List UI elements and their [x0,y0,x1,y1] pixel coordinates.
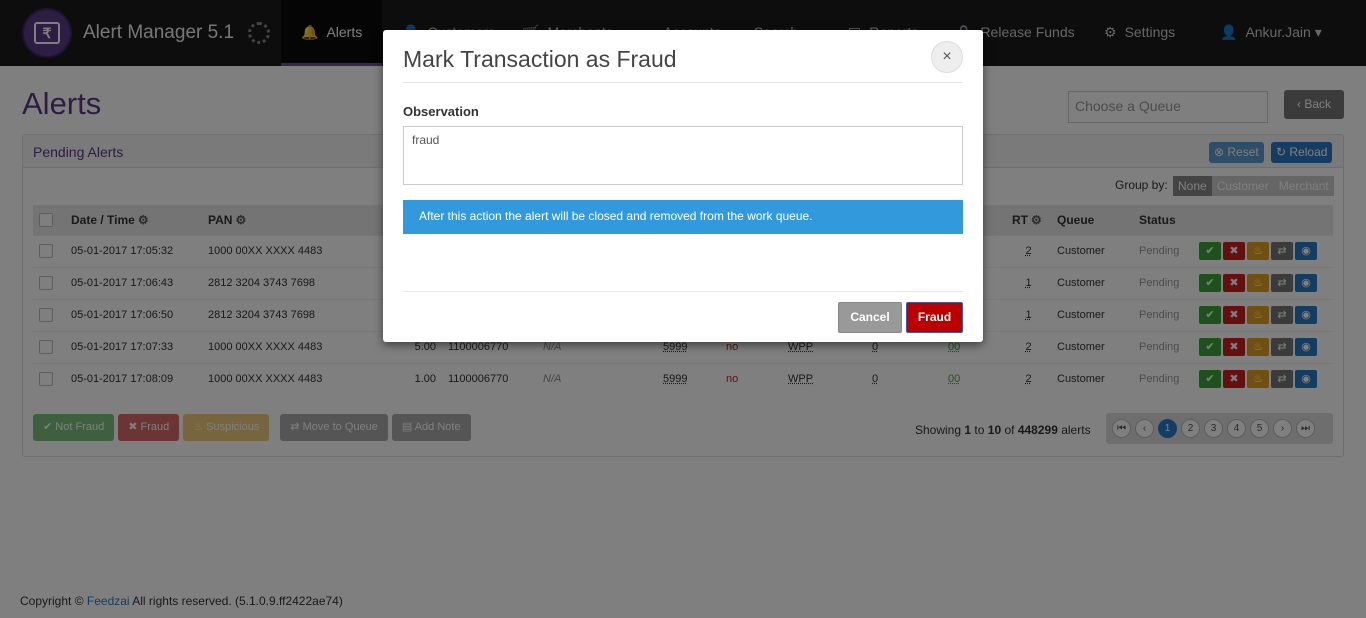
cancel-button[interactable]: Cancel [838,302,902,333]
modal-title: Mark Transaction as Fraud [403,46,677,72]
close-icon[interactable]: × [931,41,963,73]
info-alert: After this action the alert will be clos… [403,200,963,234]
divider [403,82,963,83]
observation-label: Observation [403,104,479,119]
fraud-modal: Mark Transaction as Fraud × Observation … [383,30,983,342]
divider [403,291,963,292]
fraud-confirm-button[interactable]: Fraud [906,302,963,333]
observation-textarea[interactable]: fraud [403,126,963,185]
